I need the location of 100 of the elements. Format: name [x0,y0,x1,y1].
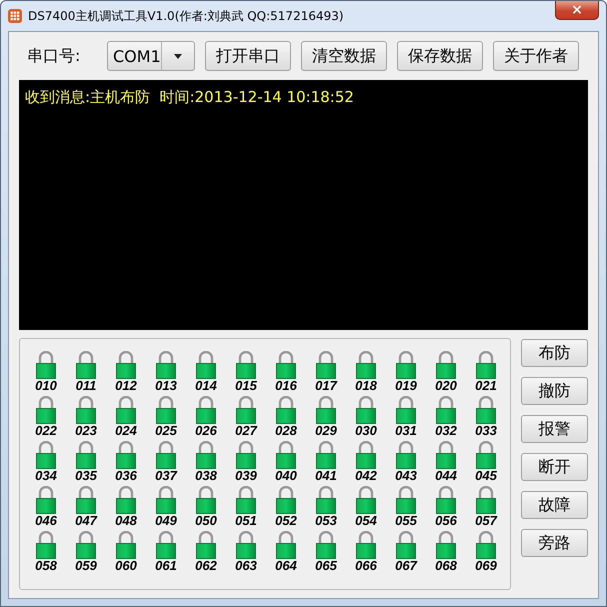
zone-label: 068 [435,559,457,573]
zone-label: 069 [475,559,497,573]
zone-label: 058 [35,559,57,573]
zone-label: 022 [35,424,57,438]
zone-label: 047 [75,514,97,528]
action-button[interactable]: 报警 [521,415,588,443]
zone-label: 036 [115,469,137,483]
zone-label: 065 [315,559,337,573]
action-button[interactable]: 布防 [521,339,588,367]
padlock-icon [36,486,56,514]
zone-label: 030 [355,424,377,438]
zone-label: 061 [155,559,177,573]
zone-label: 037 [155,469,177,483]
console-message: 收到消息:主机布防 时间:2013-12-14 10:18:52 [25,88,355,107]
zone-label: 066 [355,559,377,573]
padlock-icon [76,441,96,469]
caret-icon [174,54,182,58]
action-button[interactable]: 断开 [521,453,588,481]
padlock-icon [76,531,96,559]
padlock-icon [196,486,216,514]
action-button[interactable]: 撤防 [521,377,588,405]
padlock-icon [476,486,496,514]
padlock-icon [116,396,136,424]
padlock-icon [156,396,176,424]
padlock-icon [236,441,256,469]
zone-label: 034 [35,469,57,483]
action-button[interactable]: 旁路 [521,529,588,557]
padlock-icon [276,531,296,559]
padlock-icon [236,486,256,514]
zone-label: 043 [395,469,417,483]
padlock-icon [356,486,376,514]
padlock-icon [356,396,376,424]
zone-label: 021 [475,379,497,393]
port-label: 串口号: [26,46,82,66]
zone-label: 048 [115,514,137,528]
padlock-icon [76,396,96,424]
padlock-icon [476,396,496,424]
window-title: DS7400主机调试工具V1.0(作者:刘典武 QQ:517216493) [28,8,345,24]
padlock-icon [476,351,496,379]
padlock-icon [276,486,296,514]
padlock-icon [116,441,136,469]
zone-label: 052 [275,514,297,528]
padlock-icon [436,441,456,469]
padlock-icon [316,486,336,514]
toolbar-button[interactable]: 关于作者 [493,41,579,71]
toolbar-button[interactable]: 保存数据 [397,41,483,71]
zone-label: 050 [195,514,217,528]
padlock-icon [476,441,496,469]
padlock-icon [236,396,256,424]
toolbar-button[interactable]: 打开串口 [205,41,291,71]
zone-label: 053 [315,514,337,528]
zone-label: 023 [75,424,97,438]
padlock-icon [196,351,216,379]
padlock-icon [116,486,136,514]
zone-label: 039 [235,469,257,483]
zone-label: 038 [195,469,217,483]
zone-label: 033 [475,424,497,438]
zone-label: 014 [195,379,217,393]
padlock-icon [316,396,336,424]
zone-label: 011 [76,379,96,393]
zone-label: 016 [275,379,297,393]
zone-label: 019 [395,379,417,393]
zone-label: 054 [355,514,377,528]
padlock-icon [436,396,456,424]
zone-label: 024 [115,424,137,438]
padlock-icon [396,441,416,469]
zone-label: 055 [395,514,417,528]
zone-label: 062 [195,559,217,573]
zone-label: 059 [75,559,97,573]
action-button[interactable]: 故障 [521,491,588,519]
zone-label: 051 [235,514,257,528]
zone-label: 049 [155,514,177,528]
toolbar-button[interactable]: 清空数据 [301,41,387,71]
zone-label: 031 [395,424,417,438]
zone-label: 029 [315,424,337,438]
padlock-icon [116,351,136,379]
padlock-icon [36,441,56,469]
padlock-icon [156,351,176,379]
close-button[interactable]: × [555,1,599,20]
padlock-icon [236,531,256,559]
padlock-icon [356,351,376,379]
zone-label: 032 [435,424,457,438]
padlock-icon [36,351,56,379]
port-dropdown[interactable]: COM1 [107,41,195,71]
padlock-icon [76,351,96,379]
zone-label: 027 [235,424,257,438]
grid-icon [8,9,22,23]
padlock-icon [436,531,456,559]
zone-label: 017 [315,379,337,393]
padlock-icon [356,441,376,469]
zone-label: 035 [75,469,97,483]
zone-label: 067 [395,559,417,573]
padlock-icon [156,531,176,559]
padlock-icon [316,441,336,469]
zone-label: 064 [275,559,297,573]
padlock-icon [116,531,136,559]
zone-label: 025 [155,424,177,438]
zone-label: 056 [435,514,457,528]
zone-label: 010 [35,379,57,393]
zone-label: 015 [235,379,257,393]
